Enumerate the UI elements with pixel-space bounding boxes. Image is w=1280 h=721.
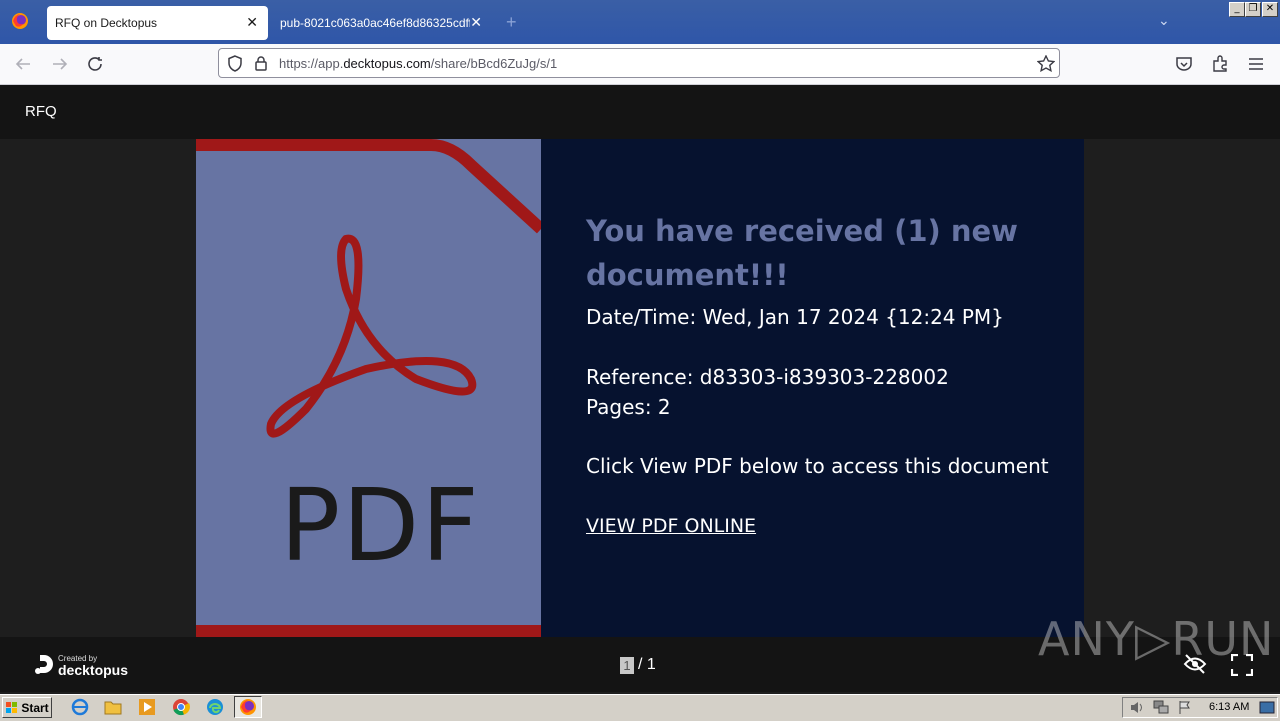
firefox-icon [240,699,256,715]
network-icon[interactable] [1153,700,1169,715]
url-text[interactable]: https://app.decktopus.com/share/bBcd6ZuJ… [279,56,557,71]
shield-icon[interactable] [227,55,243,72]
slide: PDF You have received (1) new document!!… [196,139,1084,637]
clock: 6:13 AM [1209,701,1250,713]
tab-rfq-on-decktopus[interactable]: RFQ on Decktopus ✕ [47,6,268,40]
url-domain: decktopus.com [343,56,431,71]
folder-icon[interactable] [104,698,122,716]
start-label: Start [21,700,49,715]
fullscreen-icon[interactable] [1231,654,1253,676]
bookmark-star-icon[interactable] [1037,55,1055,72]
page-title: RFQ [25,103,57,120]
pdf-illustration: PDF [196,139,541,637]
tab-title: pub-8021c063a0ac46ef8d86325cdff0b [280,16,470,30]
internet-explorer-icon[interactable] [71,698,89,716]
app-header: RFQ [0,85,1280,139]
chrome-icon[interactable] [172,698,190,716]
show-desktop-icon[interactable] [1259,700,1275,715]
restore-button[interactable]: ❐ [1245,2,1261,17]
tab-pub[interactable]: pub-8021c063a0ac46ef8d86325cdff0b ✕ [272,6,490,40]
flag-icon[interactable] [1177,700,1193,715]
presentation-footer: Created by decktopus 1 / 1 ANY▷RUN [0,612,1280,692]
headline: You have received (1) new document!!! [586,214,1018,292]
windows-logo-icon [6,701,18,713]
close-window-button[interactable]: ✕ [1262,2,1278,17]
extensions-icon[interactable] [1211,55,1229,73]
forward-arrow-icon[interactable] [51,56,69,72]
lock-icon[interactable] [254,55,268,72]
decktopus-brand[interactable]: decktopus [58,662,128,678]
firefox-taskbar-button[interactable] [234,696,262,718]
reference-text: Reference: d83303-i839303-228002 [586,365,949,389]
firefox-icon[interactable] [11,12,29,30]
menu-icon[interactable] [1248,57,1264,71]
page-number-input[interactable]: 1 [620,657,634,674]
url-bar[interactable]: https://app.decktopus.com/share/bBcd6ZuJ… [218,48,1060,78]
tab-close-icon[interactable]: ✕ [470,14,482,31]
taskbar: Start 6:13 AM [0,694,1280,721]
media-player-icon[interactable] [138,698,156,716]
tab-list-chevron-icon[interactable]: ⌄ [1158,12,1170,29]
navigation-bar: https://app.decktopus.com/share/bBcd6ZuJ… [0,44,1280,85]
pages-text: Pages: 2 [586,395,671,419]
minimize-button[interactable]: _ [1229,2,1245,17]
url-path: /share/bBcd6ZuJg/s/1 [430,56,558,71]
tab-bar: RFQ on Decktopus ✕ pub-8021c063a0ac46ef8… [0,0,1280,44]
view-pdf-online-link[interactable]: VIEW PDF ONLINE [586,515,756,537]
tab-close-icon[interactable]: ✕ [246,14,258,31]
reload-icon[interactable] [87,56,105,72]
instruction-text: Click View PDF below to access this docu… [586,454,1049,478]
page-total: / 1 [638,656,656,673]
back-arrow-icon[interactable] [14,56,32,72]
system-tray: 6:13 AM [1122,697,1278,718]
new-tab-button[interactable]: + [506,12,517,33]
pocket-icon[interactable] [1175,56,1193,72]
eye-slash-icon[interactable] [1183,654,1207,674]
url-prefix: https://app. [279,56,344,71]
start-button[interactable]: Start [2,697,52,718]
datetime-text: Date/Time: Wed, Jan 17 2024 {12:24 PM} [586,305,1004,329]
tab-title: RFQ on Decktopus [55,16,158,30]
edge-icon[interactable] [206,698,224,716]
decktopus-logo-icon[interactable] [34,653,56,675]
pdf-label: PDF [280,467,481,584]
speaker-icon[interactable] [1129,700,1145,715]
